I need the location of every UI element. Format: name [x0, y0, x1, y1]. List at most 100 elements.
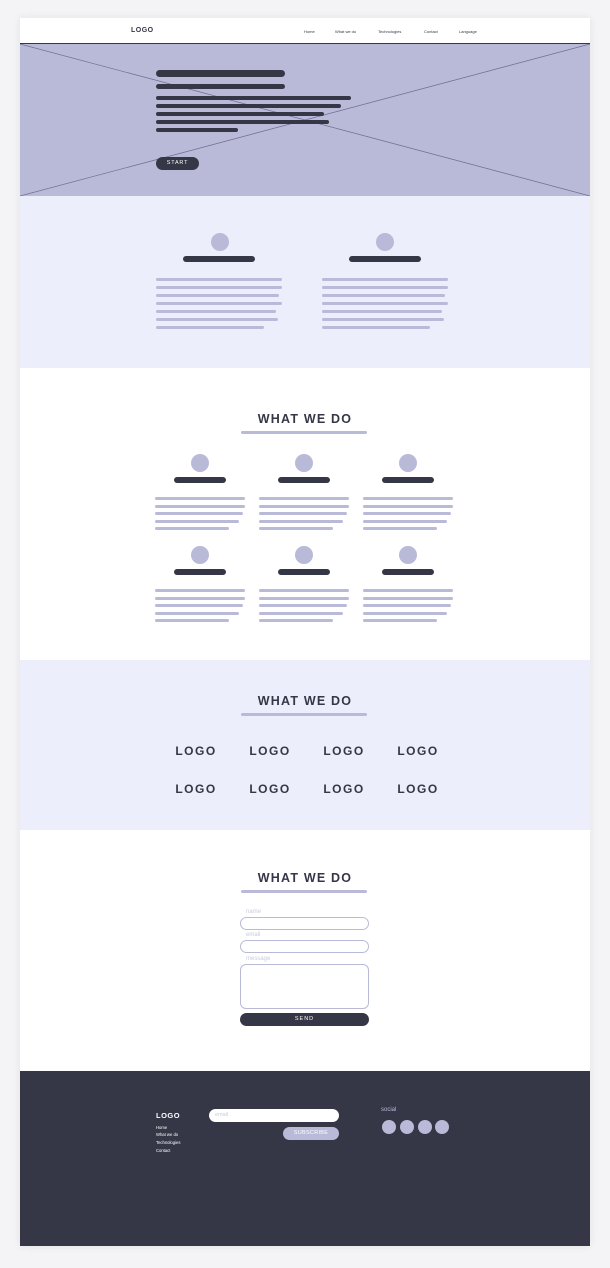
service-text-line: [155, 596, 245, 600]
nav-link-technologies[interactable]: Technologies: [378, 29, 401, 34]
service-text-line: [155, 527, 229, 530]
hero-section: START: [20, 44, 590, 196]
footer: LOGO Home What we do Technologies Contac…: [20, 1071, 590, 1246]
service-text-line: [155, 497, 245, 500]
title-underline: [241, 890, 367, 893]
title-underline: [241, 431, 367, 434]
message-label: message: [246, 956, 271, 962]
avatar-placeholder-icon: [399, 454, 417, 472]
service-text-line: [155, 589, 245, 592]
hero-text-line: [156, 128, 238, 132]
nav-link-what-we-do[interactable]: What we do: [335, 29, 356, 34]
partner-logo: LOGO: [175, 744, 217, 758]
service-text-line: [259, 589, 349, 592]
hero-text-line: [156, 96, 351, 100]
feature-heading: [183, 256, 255, 262]
footer-logo[interactable]: LOGO: [156, 1111, 180, 1120]
contact-section: WHAT WE DO name email message SEND: [20, 830, 590, 1071]
service-heading: [174, 569, 226, 575]
social-icon[interactable]: [400, 1120, 414, 1134]
service-text-line: [259, 527, 333, 530]
service-text-line: [259, 611, 343, 615]
footer-link-technologies[interactable]: Technologies: [156, 1140, 180, 1145]
footer-link-home[interactable]: Home: [156, 1125, 167, 1130]
social-icon[interactable]: [382, 1120, 396, 1134]
service-text-line: [363, 604, 451, 607]
service-text-line: [259, 519, 343, 523]
avatar-placeholder-icon: [376, 233, 394, 251]
name-label: name: [246, 909, 262, 915]
intro-features-section: [20, 196, 590, 368]
feature-text-line: [322, 318, 444, 321]
hero-text-line: [156, 104, 341, 108]
feature-text-line: [156, 278, 282, 281]
avatar-placeholder-icon: [211, 233, 229, 251]
feature-text-line: [322, 278, 448, 281]
footer-link-what-we-do[interactable]: What we do: [156, 1132, 178, 1137]
feature-text-line: [322, 302, 448, 305]
service-text-line: [155, 504, 245, 508]
email-label: email: [246, 932, 261, 938]
section-title: WHAT WE DO: [257, 871, 353, 885]
footer-link-contact[interactable]: Contact: [156, 1148, 170, 1153]
feature-text-line: [156, 294, 279, 297]
feature-text-line: [322, 286, 448, 289]
service-text-line: [363, 504, 453, 508]
subscribe-button[interactable]: SUBSCRIBE: [283, 1127, 339, 1140]
partner-logo: LOGO: [397, 782, 439, 796]
service-heading: [382, 477, 434, 483]
service-text-line: [155, 604, 243, 607]
email-field[interactable]: [240, 940, 369, 953]
service-text-line: [363, 527, 437, 530]
avatar-placeholder-icon: [399, 546, 417, 564]
hero-heading-line: [156, 84, 285, 89]
nav-link-language[interactable]: Language: [459, 29, 477, 34]
partner-logo: LOGO: [323, 744, 365, 758]
nav-logo[interactable]: LOGO: [131, 27, 154, 34]
social-icon[interactable]: [418, 1120, 432, 1134]
service-text-line: [155, 512, 243, 515]
avatar-placeholder-icon: [191, 546, 209, 564]
service-text-line: [259, 619, 333, 622]
feature-text-line: [322, 326, 430, 329]
partner-logo: LOGO: [397, 744, 439, 758]
service-heading: [278, 477, 330, 483]
start-button[interactable]: START: [156, 157, 199, 170]
name-field[interactable]: [240, 917, 369, 930]
service-heading: [174, 477, 226, 483]
service-text-line: [363, 519, 447, 523]
feature-heading: [349, 256, 421, 262]
message-field[interactable]: [240, 964, 369, 1009]
feature-text-line: [156, 310, 276, 313]
service-text-line: [259, 512, 347, 515]
section-title: WHAT WE DO: [257, 412, 353, 426]
page-frame: LOGO Home What we do Technologies Contac…: [20, 18, 590, 1246]
service-text-line: [259, 497, 349, 500]
title-underline: [241, 713, 367, 716]
service-text-line: [363, 596, 453, 600]
service-text-line: [363, 512, 451, 515]
nav-link-contact[interactable]: Contact: [424, 29, 438, 34]
hero-text-line: [156, 112, 324, 116]
partner-logo: LOGO: [323, 782, 365, 796]
partner-logo: LOGO: [249, 782, 291, 796]
newsletter-email-input[interactable]: email: [209, 1109, 339, 1122]
feature-text-line: [156, 326, 264, 329]
feature-text-line: [322, 294, 445, 297]
hero-heading-line: [156, 70, 285, 77]
service-text-line: [259, 604, 347, 607]
nav-link-home[interactable]: Home: [304, 29, 315, 34]
service-text-line: [363, 589, 453, 592]
what-we-do-section: WHAT WE DO: [20, 368, 590, 660]
service-heading: [382, 569, 434, 575]
service-text-line: [363, 619, 437, 622]
section-title: WHAT WE DO: [257, 694, 353, 708]
top-navbar: LOGO Home What we do Technologies Contac…: [20, 18, 590, 44]
partner-logo: LOGO: [175, 782, 217, 796]
social-icon[interactable]: [435, 1120, 449, 1134]
service-text-line: [259, 504, 349, 508]
service-text-line: [155, 619, 229, 622]
avatar-placeholder-icon: [295, 454, 313, 472]
send-button[interactable]: SEND: [240, 1013, 369, 1026]
feature-text-line: [156, 302, 282, 305]
